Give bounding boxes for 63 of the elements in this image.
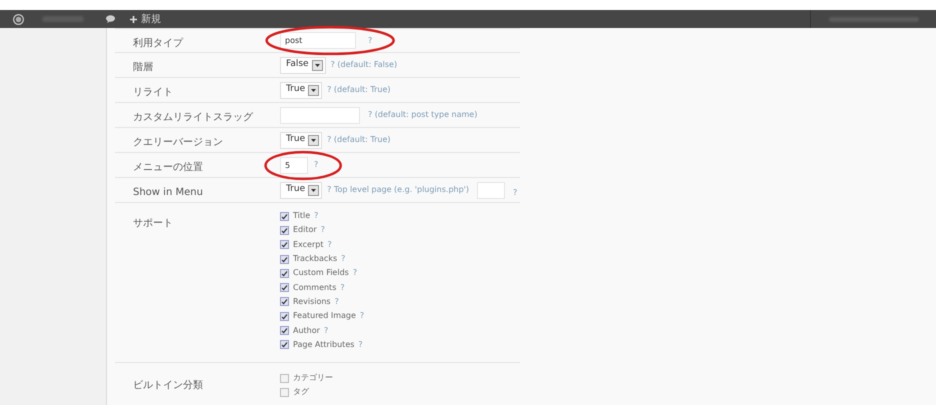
checkbox-label: タグ xyxy=(293,386,309,398)
plus-icon xyxy=(130,16,137,22)
help-text: ? xyxy=(314,210,318,222)
checkbox[interactable] xyxy=(280,326,289,336)
help-text: ? xyxy=(368,34,372,46)
checkbox-label: Revisions xyxy=(293,296,331,308)
field-label: メニューの位置 xyxy=(133,162,203,173)
help-text: ? xyxy=(341,253,346,266)
field-label: 利用タイプ xyxy=(133,38,183,48)
checkbox[interactable] xyxy=(280,254,289,264)
checkbox[interactable] xyxy=(280,312,289,321)
field-label: カスタムリライトスラッグ xyxy=(133,112,253,123)
help-text: ? xyxy=(324,324,328,337)
checkbox-label: Custom Fields xyxy=(293,267,349,280)
help-text: ? xyxy=(352,267,358,280)
checkbox-label: Trackbacks xyxy=(293,253,338,266)
help-text: ? xyxy=(513,188,518,197)
field-label: ビルトイン分類 xyxy=(133,380,203,391)
help-text: ? (default: False) xyxy=(330,59,398,71)
checkbox[interactable] xyxy=(280,240,289,250)
checkbox[interactable] xyxy=(280,388,289,397)
text-field[interactable]: post xyxy=(280,32,356,49)
select-field[interactable]: True xyxy=(280,82,322,98)
help-text: ? xyxy=(340,282,345,294)
checkbox-label: Comments xyxy=(293,282,336,294)
checkbox[interactable] xyxy=(280,297,289,306)
help-text: ? xyxy=(360,310,364,322)
help-text: ? (default: True) xyxy=(327,84,391,96)
help-text: ? xyxy=(314,159,318,171)
slug-field[interactable] xyxy=(280,106,360,124)
select-field[interactable]: True xyxy=(280,132,322,148)
checkbox-label: Excerpt xyxy=(293,238,324,251)
help-text: ? xyxy=(358,338,363,351)
field-label: リライト xyxy=(133,87,173,98)
help-text: ? xyxy=(334,296,339,308)
checkbox-label: Page Attributes xyxy=(293,338,354,351)
checkbox[interactable] xyxy=(280,340,289,350)
checkbox[interactable] xyxy=(280,226,289,235)
field-label: 階層 xyxy=(133,62,153,73)
page-field[interactable] xyxy=(477,182,505,198)
field-label: Show in Menu xyxy=(133,187,203,198)
wordpress-logo-icon[interactable] xyxy=(13,14,24,24)
help-text: ? xyxy=(327,238,332,251)
checkbox[interactable] xyxy=(280,212,289,221)
select-field[interactable]: True xyxy=(280,182,322,198)
help-text: ? Top level page (e.g. 'plugins.php') xyxy=(327,184,469,196)
field-label: サポート xyxy=(133,218,173,229)
checkbox[interactable] xyxy=(280,283,289,292)
help-text: ? xyxy=(320,224,325,236)
help-text: ? (default: post type name) xyxy=(368,109,478,121)
checkbox-label: Editor xyxy=(293,224,317,236)
checkbox[interactable] xyxy=(280,268,289,278)
comment-bubble-icon[interactable] xyxy=(106,15,115,23)
field-label: クエリーバージョン xyxy=(133,137,223,148)
select-field[interactable]: False xyxy=(280,56,326,74)
new-menu-button[interactable]: 新規 xyxy=(130,12,161,26)
checkbox[interactable] xyxy=(280,374,289,383)
checkbox-label: カテゴリー xyxy=(293,372,333,384)
checkbox-label: Author xyxy=(293,324,320,337)
checkbox-label: Featured Image xyxy=(293,310,356,322)
help-text: ? (default: True) xyxy=(327,134,391,146)
number-field[interactable]: 5 xyxy=(280,156,308,174)
checkbox-label: Title xyxy=(293,210,310,222)
